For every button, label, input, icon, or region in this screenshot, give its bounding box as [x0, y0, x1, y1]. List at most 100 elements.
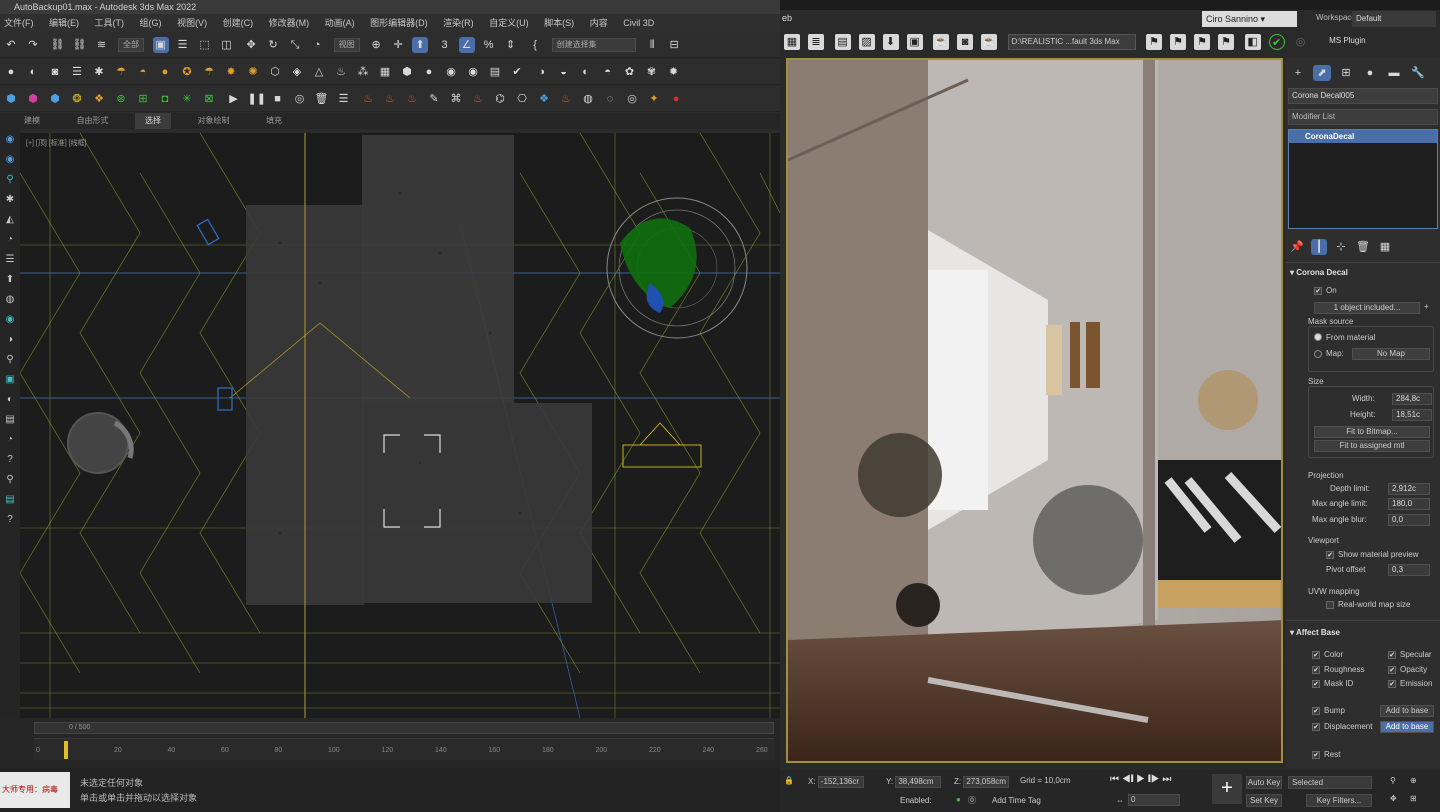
stop-icon[interactable]: ■ [270, 91, 286, 107]
spinner-snap-icon[interactable]: ⇕ [503, 37, 519, 53]
align-icon[interactable]: ⊟ [666, 37, 682, 53]
check-icon[interactable]: ✔ [509, 64, 525, 80]
nav2-icon[interactable]: ⊕ [1410, 776, 1417, 785]
opacity-checkbox[interactable]: ✔ [1388, 666, 1396, 674]
explorer-icon-12[interactable]: ⚲ [2, 352, 18, 368]
rollout-affect-base[interactable]: ▾ Affect Base [1290, 628, 1340, 637]
render-icon[interactable]: ◧ [1244, 34, 1261, 50]
image-icon[interactable]: ▨ [858, 34, 875, 50]
explorer-icon-13[interactable]: ▣ [2, 372, 18, 388]
shape9-icon[interactable]: ✳ [179, 91, 195, 107]
menu-customize[interactable]: 自定义(U) [489, 14, 529, 32]
workspace-dropdown[interactable]: Default [1352, 11, 1436, 27]
width-spinner[interactable]: 284,8c [1392, 393, 1432, 405]
render-path-dropdown[interactable]: D:\REALISTIC ...fault 3ds Max [1007, 34, 1136, 50]
enabled-dot-icon[interactable]: ● [956, 795, 961, 804]
select-by-name-icon[interactable]: ☰ [175, 37, 191, 53]
conv7-icon[interactable]: ✹ [666, 64, 682, 80]
render-setup-icon[interactable]: ◐ [25, 64, 41, 80]
list-icon[interactable]: ☰ [69, 64, 85, 80]
user-dropdown[interactable]: Ciro Sannino ▾ [1202, 11, 1297, 27]
explorer-icon-7[interactable]: ☰ [2, 252, 18, 268]
ball-icon[interactable]: ● [421, 64, 437, 80]
cube-icon[interactable]: ◈ [289, 64, 305, 80]
menu-content[interactable]: 内容 [590, 14, 608, 32]
menu-civil3d[interactable]: Civil 3D [623, 14, 654, 32]
depth-limit-spinner[interactable]: 2,912c [1388, 483, 1430, 495]
flame1-icon[interactable]: ♨ [360, 91, 376, 107]
manipulate-icon[interactable]: ✛ [390, 37, 406, 53]
fit-to-assigned-mtl-button[interactable]: Fit to assigned mtl [1314, 440, 1430, 452]
selection-filter-dropdown[interactable]: 全部 [118, 38, 145, 52]
layers-icon[interactable]: ≣ [808, 34, 824, 50]
flame4-icon[interactable]: ♨ [470, 91, 486, 107]
percent-snap-icon[interactable]: % [481, 37, 497, 53]
material2-icon[interactable]: ◉ [465, 64, 481, 80]
z-coord[interactable]: Z: 273,058cm [954, 776, 1010, 788]
conv6-icon[interactable]: ✾ [644, 64, 660, 80]
explorer-icon-1[interactable]: ◉ [2, 132, 18, 148]
included-objects-button[interactable]: 1 object included... [1314, 302, 1420, 314]
create-tab-icon[interactable]: + [1289, 65, 1307, 81]
unlink-icon[interactable]: ⛓ [72, 37, 88, 53]
teapot-render-icon[interactable]: ☕ [933, 34, 950, 50]
utilities-tab-icon[interactable]: 🔧 [1409, 65, 1427, 81]
track-bar[interactable]: 0 20 40 60 80 100 120 140 160 180 200 220 240 260 [34, 738, 774, 760]
tab-object-paint[interactable]: 对象绘制 [188, 113, 240, 129]
max-angle-limit-spinner[interactable]: 180,0 [1388, 498, 1430, 510]
menu-animation[interactable]: 动画(A) [325, 14, 355, 32]
light-bulb-icon[interactable]: ✱ [91, 64, 107, 80]
grid-icon[interactable]: ▤ [834, 34, 851, 50]
angle-snap-icon[interactable]: ∠ [458, 37, 475, 53]
redo-icon[interactable]: ↷ [25, 37, 41, 53]
rotate-icon[interactable]: ↻ [265, 37, 281, 53]
roughness-checkbox[interactable]: ✔ [1312, 666, 1320, 674]
tool1-icon[interactable]: ✎ [426, 91, 442, 107]
trash-icon[interactable]: 🗑 [314, 91, 330, 107]
conv3-icon[interactable]: ◐ [578, 64, 594, 80]
pivot-icon[interactable]: ⊕ [368, 37, 384, 53]
tool8-icon[interactable]: ◎ [624, 91, 640, 107]
menu-file[interactable]: 文件(F) [4, 14, 34, 32]
tool7-icon[interactable]: ◌ [602, 91, 618, 107]
stack-item-coronadecal[interactable]: CoronaDecal [1289, 130, 1437, 143]
x-coord[interactable]: X: -152,136cr [808, 776, 864, 788]
tab-freeform[interactable]: 自由形式 [67, 113, 119, 129]
shape5-icon[interactable]: ❖ [91, 91, 107, 107]
bump-add-to-base-button[interactable]: Add to base [1380, 705, 1434, 717]
sphere-light-icon[interactable]: ✪ [179, 64, 195, 80]
frame-arrows-icon[interactable]: ⇔ [1116, 796, 1124, 805]
window-crossing-icon[interactable]: ◫ [219, 37, 235, 53]
sun-icon[interactable]: ● [157, 64, 173, 80]
shape10-icon[interactable]: ⊠ [201, 91, 217, 107]
move-icon[interactable]: ✥ [243, 37, 259, 53]
nav1-icon[interactable]: ⚲ [1390, 776, 1396, 785]
no-map-button[interactable]: No Map [1352, 348, 1430, 360]
top-viewport[interactable]: [+] [顶] [标准] [线框] [20, 133, 780, 718]
conv-icon[interactable]: ◑ [534, 64, 550, 80]
help-icon[interactable]: ? [2, 452, 18, 468]
shape7-icon[interactable]: ⊞ [135, 91, 151, 107]
scatter-icon[interactable]: ⁂ [355, 64, 371, 80]
explorer-icon-9[interactable]: ◍ [2, 292, 18, 308]
menu-rendering[interactable]: 渲染(R) [443, 14, 474, 32]
sunburst-icon[interactable]: ✺ [245, 64, 261, 80]
lamp-icon[interactable]: ☂ [113, 64, 129, 80]
rect-region-icon[interactable]: ⬚ [197, 37, 213, 53]
playback-controls[interactable]: ⏮ ◀❙ ▶ ❙▶ ⏭ [1110, 774, 1210, 790]
display-tab-icon[interactable]: ▬ [1385, 65, 1403, 81]
set-key-button[interactable]: Set Key [1246, 794, 1282, 807]
explorer-icon-19[interactable]: ▤ [2, 492, 18, 508]
export-icon[interactable]: ⬇ [882, 34, 899, 50]
time-cursor[interactable] [64, 741, 68, 759]
shape6-icon[interactable]: ⊛ [113, 91, 129, 107]
camera-icon[interactable]: ◙ [47, 64, 63, 80]
pin-stack-icon[interactable]: 📌 [1289, 239, 1305, 255]
menu-scripting[interactable]: 脚本(S) [544, 14, 574, 32]
scale-icon[interactable]: ⤡ [287, 37, 303, 53]
explorer-icon-4[interactable]: ✱ [2, 192, 18, 208]
add-key-icon[interactable]: + [1212, 774, 1242, 804]
ref-coord-dropdown[interactable]: 视图 [333, 38, 360, 52]
map-radio[interactable] [1314, 350, 1322, 358]
flame5-icon[interactable]: ♨ [558, 91, 574, 107]
